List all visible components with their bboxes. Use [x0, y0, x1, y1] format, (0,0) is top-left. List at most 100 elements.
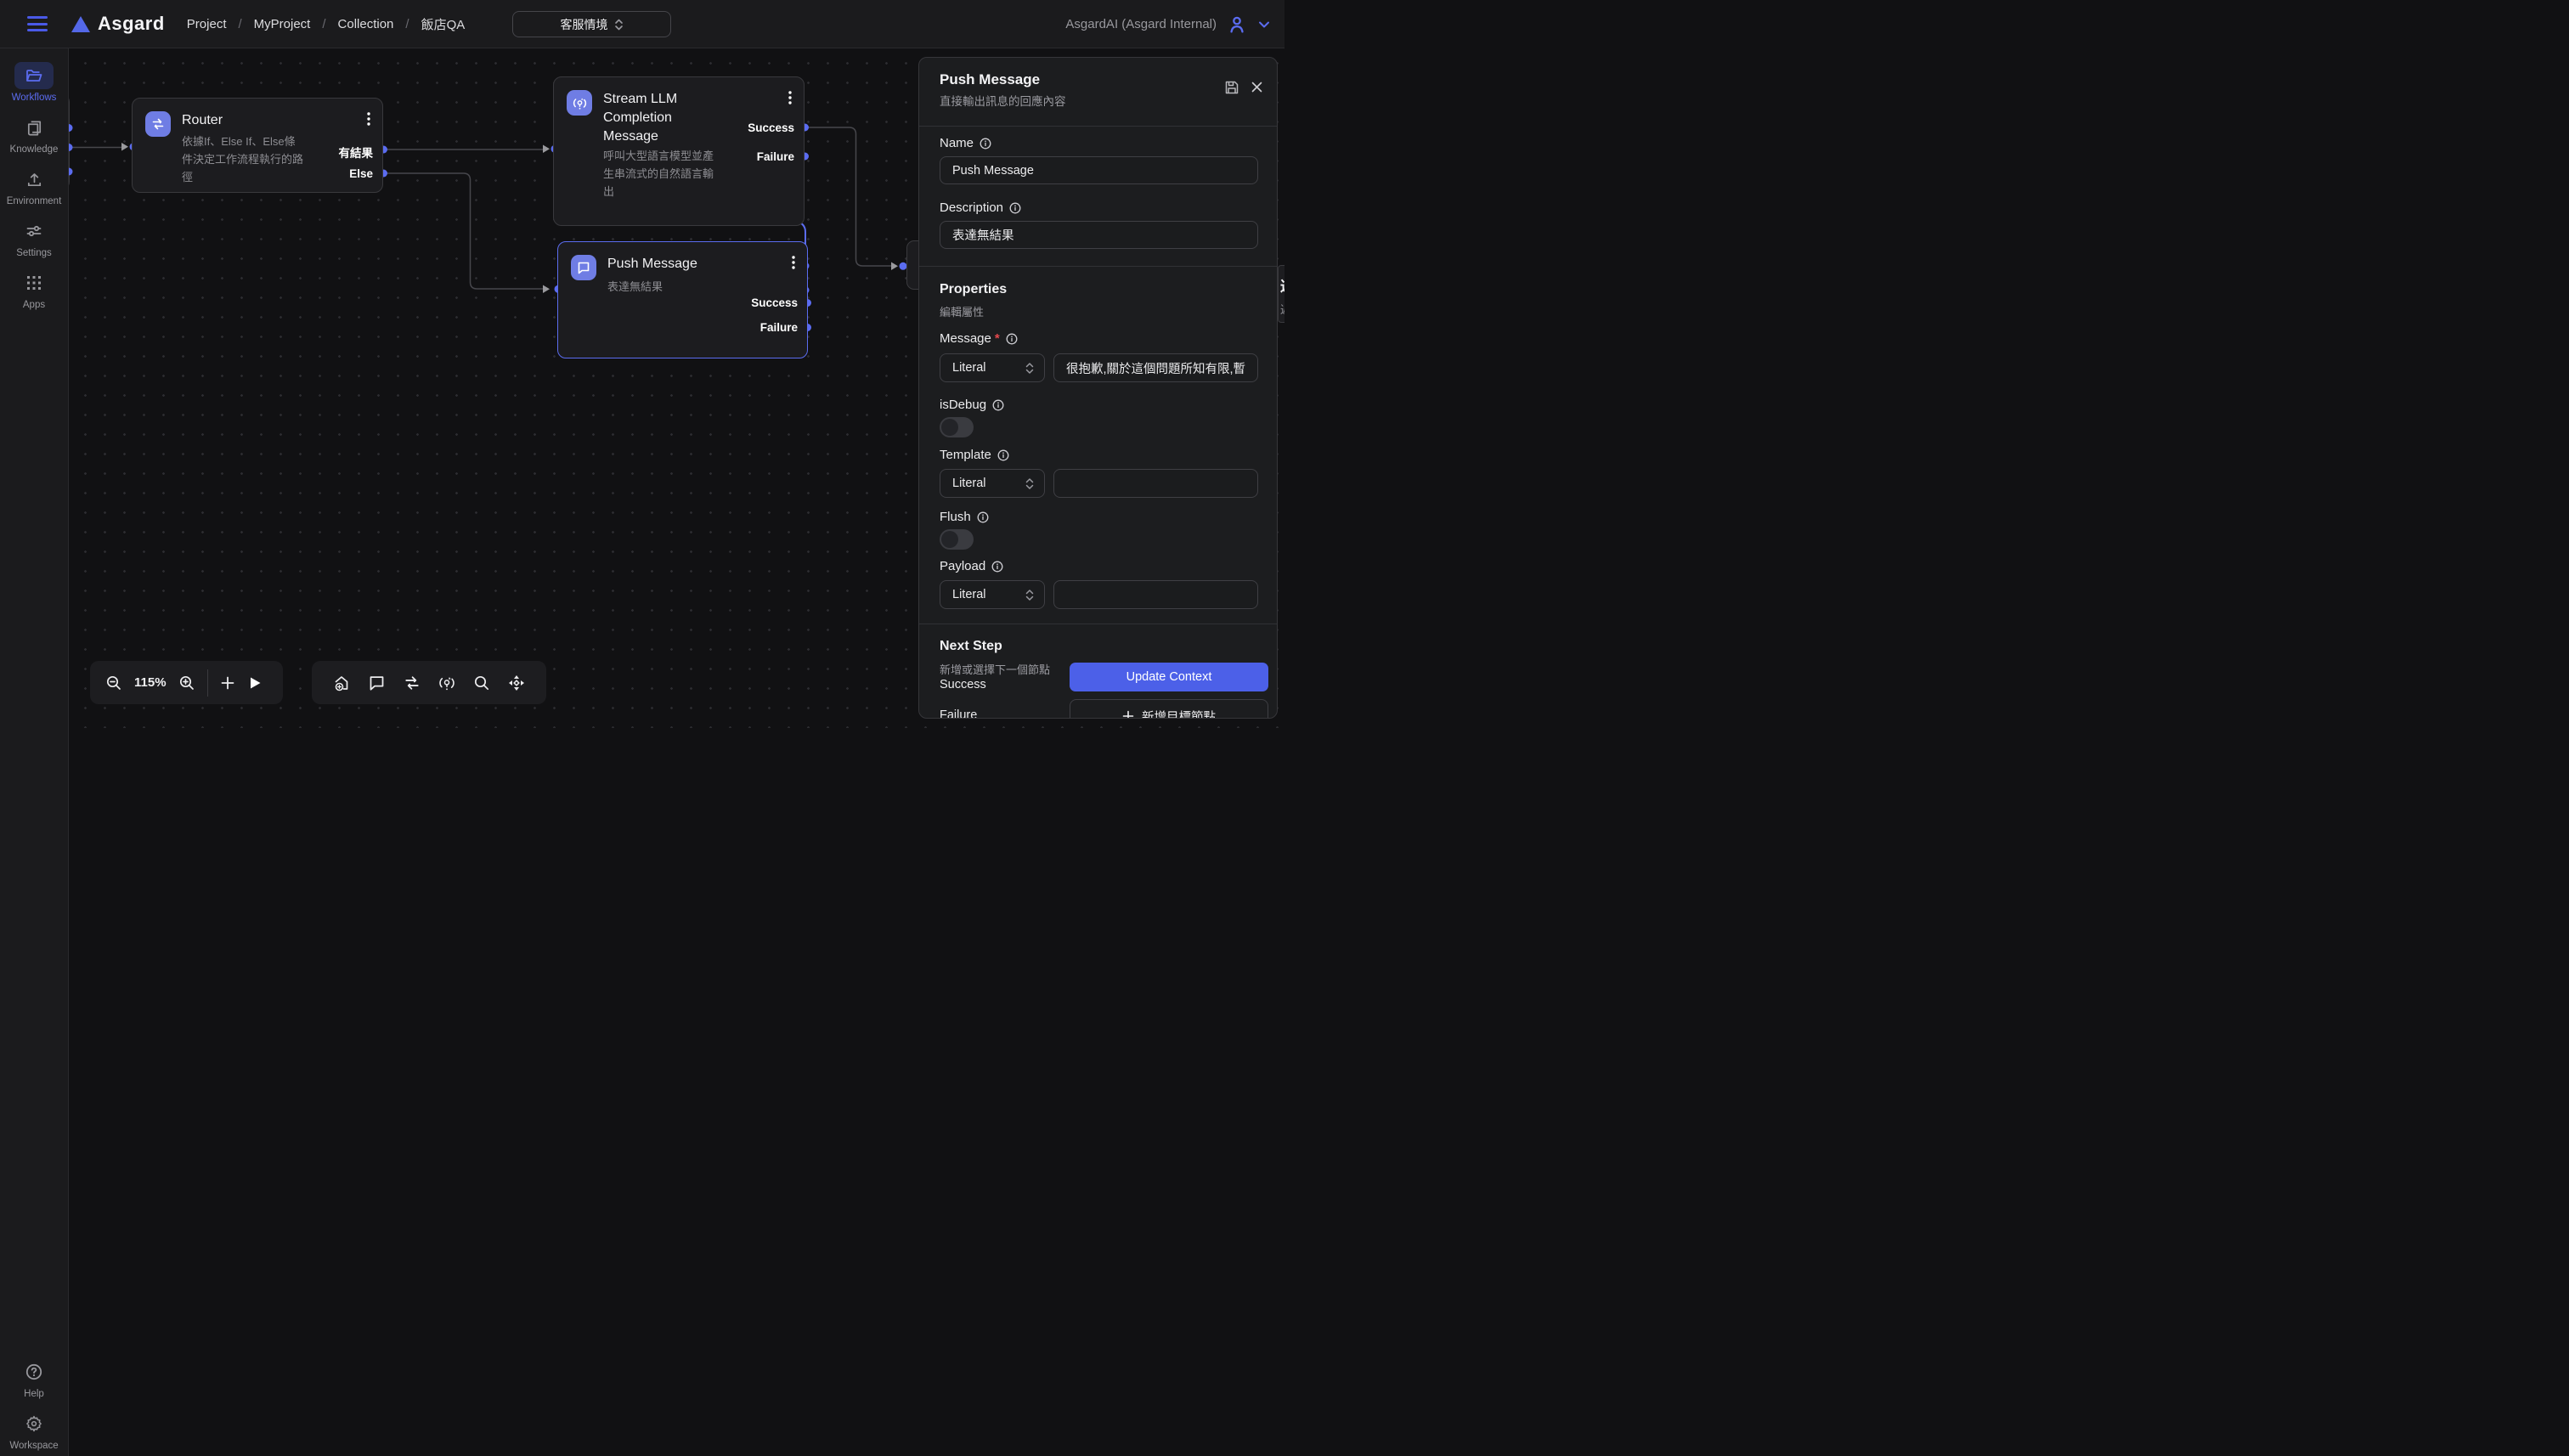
- gear-icon: [25, 1414, 43, 1433]
- folder-icon: [25, 66, 43, 85]
- node-palette-toolbar: [312, 661, 546, 704]
- breadcrumb-item-myproject[interactable]: MyProject: [254, 17, 311, 31]
- move-canvas-button[interactable]: [507, 674, 526, 692]
- plus-icon: [1122, 710, 1134, 719]
- breadcrumb: Project / MyProject / Collection / 飯店QA: [187, 15, 465, 33]
- llm-icon: [567, 90, 592, 116]
- properties-heading: Properties: [940, 282, 1007, 297]
- breadcrumb-item-project[interactable]: Project: [187, 17, 227, 31]
- sidebar-item-apps[interactable]: Apps: [7, 269, 62, 310]
- apps-grid-icon: [25, 274, 42, 291]
- properties-panel: Push Message 直接輸出訊息的回應內容 Name Push Messa…: [918, 57, 1278, 719]
- info-icon: [977, 511, 989, 523]
- output-handle-label[interactable]: 有結果: [339, 144, 374, 161]
- sidebar-item-knowledge[interactable]: Knowledge: [7, 114, 62, 155]
- run-button[interactable]: [247, 675, 263, 691]
- environment-selector[interactable]: 客服情境: [512, 11, 671, 37]
- name-input[interactable]: Push Message: [940, 156, 1258, 184]
- add-message-node-button[interactable]: [368, 674, 386, 691]
- properties-subheading: 編輯屬性: [940, 303, 984, 319]
- node-router[interactable]: Router 依據If、Else If、Else條 件決定工作流程執行的路 徑 …: [132, 98, 383, 193]
- updown-chevron-icon: [1025, 477, 1034, 490]
- add-start-node-button[interactable]: [332, 674, 351, 692]
- next-step-subheading: 新增或選擇下一個節點: [940, 661, 1050, 677]
- failure-row-label: Failure: [940, 708, 977, 719]
- chevron-down-icon[interactable]: [1257, 18, 1271, 31]
- help-icon: [25, 1363, 43, 1381]
- info-icon: [997, 449, 1009, 461]
- node-description: 依據If、Else If、Else條 件決定工作流程執行的路 徑: [182, 133, 318, 186]
- node-title: Router: [182, 111, 309, 130]
- sidebar-item-settings[interactable]: Settings: [7, 217, 62, 258]
- user-icon[interactable]: [1227, 14, 1247, 35]
- sidebar-item-workflows[interactable]: Workflows: [7, 62, 62, 103]
- kebab-menu-icon[interactable]: [367, 112, 370, 126]
- info-icon: [991, 561, 1003, 573]
- description-input[interactable]: 表達無結果: [940, 221, 1258, 249]
- flush-toggle[interactable]: [940, 529, 974, 550]
- sidebar-item-help[interactable]: Help: [14, 1358, 54, 1399]
- add-target-node-button[interactable]: 新增目標節點: [1070, 699, 1268, 719]
- isdebug-toggle[interactable]: [940, 417, 974, 437]
- breadcrumb-item-workflow[interactable]: 飯店QA: [421, 15, 466, 33]
- message-type-select[interactable]: Literal: [940, 353, 1045, 382]
- breadcrumb-item-collection[interactable]: Collection: [338, 17, 394, 31]
- add-llm-node-button[interactable]: [438, 674, 456, 692]
- book-icon: [25, 119, 43, 137]
- update-context-button[interactable]: Update Context: [1070, 663, 1268, 691]
- template-input[interactable]: [1053, 469, 1258, 498]
- zoom-toolbar: 115%: [90, 661, 283, 704]
- payload-input[interactable]: [1053, 580, 1258, 609]
- sidebar-item-workspace[interactable]: Workspace: [9, 1410, 58, 1451]
- brand: Asgard: [71, 13, 165, 35]
- info-icon: [992, 399, 1004, 411]
- sliders-icon: [25, 222, 43, 240]
- add-button[interactable]: [220, 675, 235, 691]
- zoom-in-button[interactable]: [178, 674, 195, 691]
- required-mark: *: [995, 331, 1000, 346]
- node-stream-llm[interactable]: Stream LLM Completion Message 呼叫大型語言模型並產…: [553, 76, 805, 226]
- offscreen-node-right[interactable]: 返 返: [1278, 265, 1284, 323]
- message-input[interactable]: 很抱歉,關於這個問題所知有限,暫: [1053, 353, 1258, 382]
- zoom-out-button[interactable]: [105, 674, 122, 691]
- brand-name: Asgard: [98, 13, 165, 35]
- asgard-logo-icon: [71, 16, 90, 32]
- flush-label: Flush: [940, 510, 989, 524]
- next-step-heading: Next Step: [940, 639, 1002, 654]
- account-name: AsgardAI (Asgard Internal): [1065, 17, 1217, 31]
- info-icon: [980, 138, 991, 150]
- search-button[interactable]: [473, 674, 490, 691]
- message-label: Message *: [940, 331, 1018, 346]
- template-type-select[interactable]: Literal: [940, 469, 1045, 498]
- output-handle-label[interactable]: Success: [748, 121, 794, 134]
- router-icon: [145, 111, 171, 137]
- info-icon: [1006, 333, 1018, 345]
- name-label: Name: [940, 136, 991, 150]
- output-handle-label[interactable]: Success: [751, 296, 798, 309]
- payload-type-select[interactable]: Literal: [940, 580, 1045, 609]
- add-router-node-button[interactable]: [403, 674, 421, 692]
- sidebar-item-environment[interactable]: Environment: [7, 166, 62, 206]
- updown-chevron-icon: [1025, 589, 1034, 601]
- output-handle-label[interactable]: Else: [349, 167, 373, 180]
- chat-bubble-icon: [571, 255, 596, 280]
- save-icon[interactable]: [1224, 80, 1239, 95]
- node-push-message[interactable]: Push Message 表達無結果 Success Failure: [557, 241, 808, 358]
- output-handle-label[interactable]: Failure: [757, 150, 794, 163]
- kebab-menu-icon[interactable]: [792, 256, 795, 269]
- sidebar: Workflows Knowledge Environment Settings: [0, 48, 69, 1456]
- description-label: Description: [940, 200, 1021, 215]
- panel-subtitle: 直接輸出訊息的回應內容: [940, 92, 1066, 109]
- output-handle-label[interactable]: Failure: [760, 321, 798, 334]
- top-bar: Asgard Project / MyProject / Collection …: [0, 0, 1284, 48]
- close-icon[interactable]: [1251, 81, 1263, 93]
- kebab-menu-icon[interactable]: [788, 91, 792, 104]
- payload-label: Payload: [940, 559, 1003, 573]
- template-label: Template: [940, 448, 1009, 462]
- menu-icon[interactable]: [27, 16, 48, 31]
- node-description: 呼叫大型語言模型並產 生串流式的自然語言輸 出: [603, 147, 737, 200]
- updown-chevron-icon: [1025, 362, 1034, 375]
- node-title: Stream LLM Completion Message: [603, 90, 731, 146]
- updown-chevron-icon: [614, 18, 624, 31]
- upload-icon: [25, 171, 43, 189]
